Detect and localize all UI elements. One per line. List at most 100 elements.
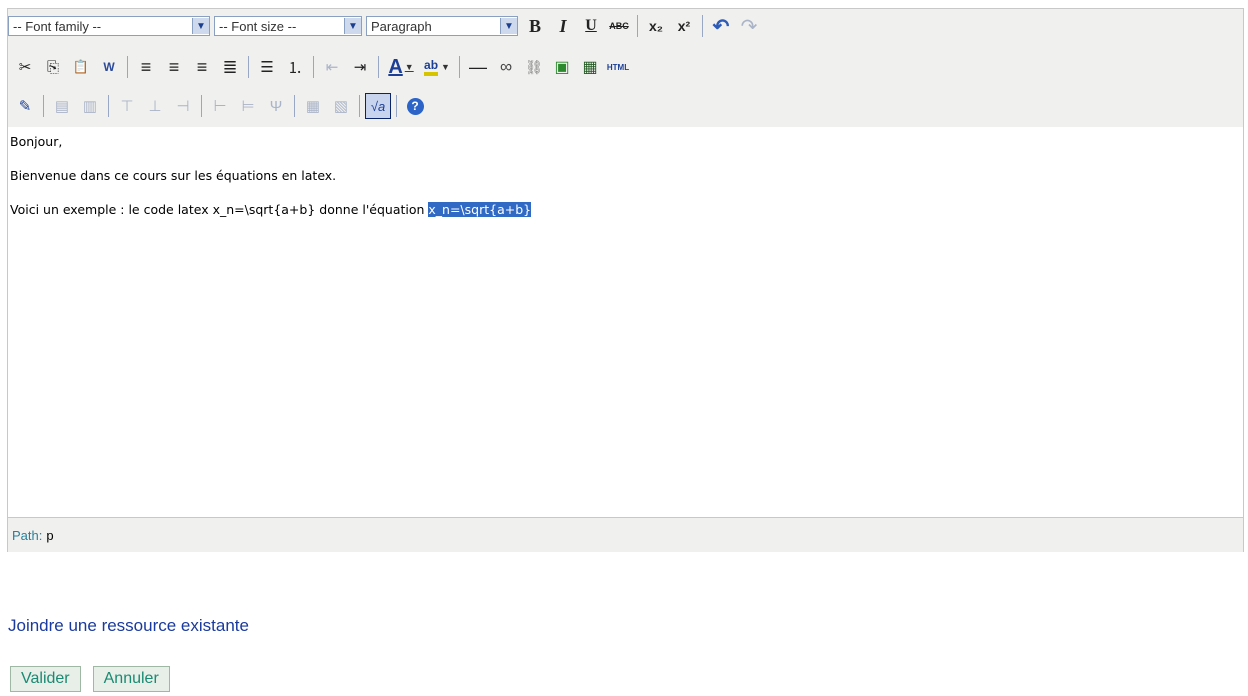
delete-row-icon: ⊣ <box>176 98 190 115</box>
toolbar-separator <box>459 56 460 78</box>
table-properties-button[interactable]: ▥ <box>77 93 103 119</box>
align-right-button[interactable]: ≡ <box>189 54 215 80</box>
horizontal-rule-button[interactable]: — <box>465 54 491 80</box>
horizontal-rule-icon: — <box>469 56 487 77</box>
font-size-select[interactable]: -- Font size -- ▼ <box>214 16 362 36</box>
align-center-button[interactable]: ≡ <box>161 54 187 80</box>
col-before-button[interactable]: ⊢ <box>207 93 233 119</box>
toolbar-separator <box>359 95 360 117</box>
text-color-button[interactable]: A ▼ <box>384 54 418 80</box>
insert-link-button[interactable]: ∞ <box>493 54 519 80</box>
font-family-select[interactable]: -- Font family -- ▼ <box>8 16 210 36</box>
attach-resource-link[interactable]: Joindre une ressource existante <box>8 616 249 636</box>
toolbar-separator <box>127 56 128 78</box>
undo-icon: ↶ <box>712 15 730 38</box>
align-justify-button[interactable]: ≣ <box>217 54 243 80</box>
col-after-icon: ⊨ <box>241 98 255 115</box>
editor-status-bar: Path: p <box>8 517 1243 552</box>
toolbar-separator <box>637 15 638 37</box>
selected-equation-text[interactable]: x_n=\sqrt{a+b} <box>428 202 532 217</box>
image-icon: ▣ <box>554 59 570 76</box>
link-icon: ∞ <box>499 57 513 76</box>
undo-button[interactable]: ↶ <box>708 13 734 39</box>
table-icon: ▤ <box>54 98 70 115</box>
help-icon: ? <box>406 97 424 115</box>
superscript-button[interactable]: x² <box>671 13 697 39</box>
bold-icon: B <box>528 15 541 36</box>
toolbar-separator <box>396 95 397 117</box>
numbered-list-button[interactable]: ⒈ <box>282 54 308 80</box>
editor-content-area[interactable]: Bonjour, Bienvenue dans ce cours sur les… <box>8 127 1243 517</box>
chevron-down-icon: ▼ <box>500 18 517 34</box>
indent-icon: ⇥ <box>353 59 367 76</box>
html-icon: HTML <box>606 62 630 72</box>
bullet-list-button[interactable]: ☰ <box>254 54 280 80</box>
validate-button[interactable]: Valider <box>10 666 81 692</box>
cut-button[interactable]: ✂ <box>12 54 38 80</box>
cancel-button[interactable]: Annuler <box>92 666 170 692</box>
scissors-icon: ✂ <box>18 59 32 76</box>
align-right-icon: ≡ <box>196 56 208 77</box>
insert-media-button[interactable]: ▦ <box>577 54 603 80</box>
toolbar-separator <box>294 95 295 117</box>
equation-button[interactable]: √a <box>365 93 391 119</box>
strikethrough-button[interactable]: ABC <box>606 13 632 39</box>
toolbar-separator <box>43 95 44 117</box>
align-left-button[interactable]: ≡ <box>133 54 159 80</box>
italic-icon: I <box>559 15 567 36</box>
split-cells-button[interactable]: ▧ <box>328 93 354 119</box>
font-family-value: -- Font family -- <box>13 18 102 34</box>
copy-icon: ⎘ <box>46 58 59 76</box>
film-icon: ▦ <box>582 59 598 76</box>
merge-cells-button[interactable]: ▦ <box>300 93 326 119</box>
toolbar-row-3: ✎ ▤ ▥ ⊤ ⊥ ⊣ ⊢ ⊨ Ψ ▦ ▧ √a ? <box>8 91 430 121</box>
rich-text-editor: -- Font family -- ▼ -- Font size -- ▼ Pa… <box>7 8 1244 552</box>
edit-style-icon: ✎ <box>18 98 32 115</box>
toolbar-separator <box>108 95 109 117</box>
subscript-button[interactable]: x₂ <box>643 13 669 39</box>
underline-button[interactable]: U <box>578 13 604 39</box>
delete-row-button[interactable]: ⊣ <box>170 93 196 119</box>
redo-button[interactable]: ↷ <box>736 13 762 39</box>
delete-col-button[interactable]: Ψ <box>263 93 289 119</box>
redo-icon: ↷ <box>740 15 758 38</box>
align-justify-icon: ≣ <box>222 56 238 77</box>
html-source-button[interactable]: HTML <box>605 54 631 80</box>
split-cells-icon: ▧ <box>333 98 349 115</box>
align-left-icon: ≡ <box>140 56 152 77</box>
chevron-down-icon: ▼ <box>404 62 414 72</box>
paste-icon: 📋 <box>72 59 90 74</box>
align-center-icon: ≡ <box>168 56 180 77</box>
strikethrough-icon: ABC <box>609 21 629 31</box>
highlight-color-button[interactable]: ab ▼ <box>420 54 454 80</box>
col-after-button[interactable]: ⊨ <box>235 93 261 119</box>
paste-button[interactable]: 📋 <box>68 54 94 80</box>
paste-word-button[interactable]: W <box>96 54 122 80</box>
form-buttons: Valider Annuler <box>10 666 182 692</box>
insert-table-button[interactable]: ▤ <box>49 93 75 119</box>
outdent-button[interactable]: ⇤ <box>319 54 345 80</box>
chevron-down-icon: ▼ <box>344 18 361 34</box>
merge-cells-icon: ▦ <box>305 98 321 115</box>
unlink-button[interactable]: ⛓ <box>521 54 547 80</box>
insert-image-button[interactable]: ▣ <box>549 54 575 80</box>
content-paragraph: Bonjour, <box>10 134 63 149</box>
copy-button[interactable]: ⎘ <box>40 54 66 80</box>
row-before-button[interactable]: ⊤ <box>114 93 140 119</box>
highlight-icon: ab <box>424 58 439 76</box>
row-after-button[interactable]: ⊥ <box>142 93 168 119</box>
edit-css-button[interactable]: ✎ <box>12 93 38 119</box>
toolbar-row-2: ✂ ⎘ 📋 W ≡ ≡ ≡ ≣ ☰ ⒈ ⇤ ⇥ A ▼ ab ▼ — ∞ ⛓ ▣ ▦… <box>8 52 633 82</box>
indent-button[interactable]: ⇥ <box>347 54 373 80</box>
italic-button[interactable]: I <box>550 13 576 39</box>
toolbar-separator <box>201 95 202 117</box>
path-value[interactable]: p <box>46 528 53 543</box>
paragraph-text: Voici un exemple : le code latex x_n=\sq… <box>10 202 429 217</box>
bullet-list-icon: ☰ <box>260 59 274 76</box>
help-button[interactable]: ? <box>402 93 428 119</box>
bold-button[interactable]: B <box>522 13 548 39</box>
equation-icon: √a <box>370 98 386 114</box>
path-label: Path: <box>12 527 43 543</box>
format-select[interactable]: Paragraph ▼ <box>366 16 518 36</box>
chevron-down-icon: ▼ <box>192 18 209 34</box>
